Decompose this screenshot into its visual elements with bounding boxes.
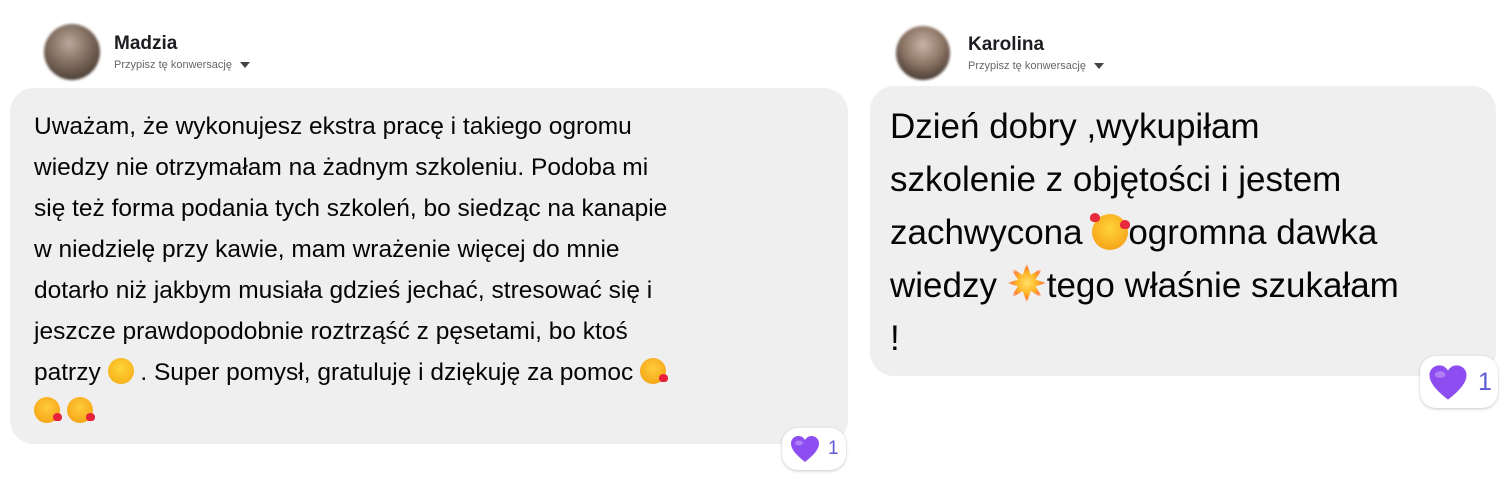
conversation-karolina: Karolina Przypisz tę konwersację Dzień d… bbox=[860, 0, 1500, 500]
conversation-header: Madzia Przypisz tę konwersację bbox=[44, 24, 250, 80]
assign-conversation-label: Przypisz tę konwersację bbox=[114, 58, 232, 71]
caret-down-icon bbox=[1094, 63, 1104, 69]
smiling-face-with-hearts-emoji bbox=[1090, 213, 1131, 250]
collision-emoji bbox=[1006, 263, 1047, 303]
assign-conversation-dropdown[interactable]: Przypisz tę konwersację bbox=[968, 60, 1104, 73]
reaction-count: 1 bbox=[828, 438, 839, 459]
purple-heart-icon bbox=[790, 435, 820, 463]
conversation-madzia: Madzia Przypisz tę konwersację Uważam, ż… bbox=[0, 0, 860, 500]
reaction-badge[interactable]: 1 bbox=[1420, 356, 1498, 408]
reaction-badge[interactable]: 1 bbox=[782, 428, 846, 470]
avatar[interactable] bbox=[44, 24, 100, 80]
grinning-sweat-emoji bbox=[107, 358, 134, 384]
author-name[interactable]: Karolina bbox=[968, 34, 1104, 56]
assign-conversation-label: Przypisz tę konwersację bbox=[968, 59, 1086, 72]
avatar[interactable] bbox=[896, 26, 950, 80]
caret-down-icon bbox=[240, 62, 250, 68]
assign-conversation-dropdown[interactable]: Przypisz tę konwersację bbox=[114, 59, 250, 72]
purple-heart-icon bbox=[1428, 364, 1468, 401]
face-blowing-kiss-emoji bbox=[66, 397, 95, 423]
reaction-count: 1 bbox=[1478, 367, 1492, 396]
face-blowing-kiss-emoji bbox=[34, 397, 62, 423]
message-text: Uważam, że wykonujesz ekstra pracę i tak… bbox=[34, 106, 820, 432]
message-text: Dzień dobry ,wykupiłam szkolenie z objęto… bbox=[890, 107, 1399, 358]
conversation-header: Karolina Przypisz tę konwersację bbox=[896, 26, 1104, 80]
message-bubble: Uważam, że wykonujesz ekstra pracę i tak… bbox=[10, 88, 848, 444]
message-bubble: Dzień dobry ,wykupiłam szkolenie z objęto… bbox=[870, 86, 1496, 376]
author-name[interactable]: Madzia bbox=[114, 33, 250, 55]
face-blowing-kiss-emoji bbox=[640, 358, 669, 384]
